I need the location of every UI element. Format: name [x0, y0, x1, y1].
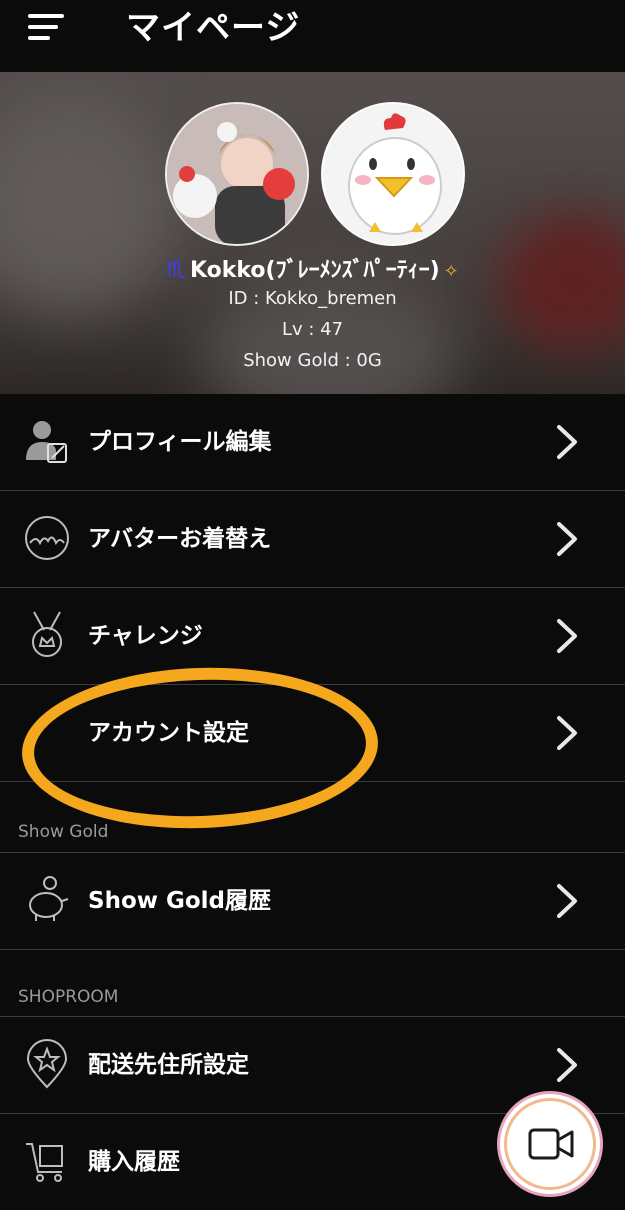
menu-item-profile-edit[interactable]: プロフィール編集 — [0, 394, 625, 491]
section-label-show-gold: Show Gold — [18, 822, 109, 842]
menu-item-label: 配送先住所設定 — [88, 1052, 249, 1078]
menu-item-label: プロフィール編集 — [88, 429, 272, 455]
hamburger-menu-icon[interactable] — [28, 12, 72, 42]
video-camera-icon — [528, 1128, 574, 1160]
character-avatar[interactable] — [321, 102, 465, 246]
chevron-right-icon — [557, 716, 577, 750]
avatar-icon — [25, 516, 69, 560]
chevron-right-icon — [557, 425, 577, 459]
menu-item-label: Show Gold履歴 — [88, 888, 272, 914]
profile-edit-icon — [26, 421, 67, 463]
sparkle-icon: ✧ — [443, 261, 459, 282]
location-pin-icon — [26, 1039, 68, 1089]
menu-item-label: 購入履歴 — [88, 1149, 180, 1175]
person-photo-icon — [167, 104, 307, 244]
piggy-bank-icon — [29, 876, 69, 921]
menu-item-show-gold-history[interactable]: Show Gold履歴 — [0, 853, 625, 950]
menu-item-avatar-change[interactable]: アバターお着替え — [0, 491, 625, 588]
user-level: Lv : 47 — [281, 319, 344, 340]
menu-item-label: アバターお着替え — [88, 526, 272, 552]
chicken-character-icon — [323, 104, 463, 244]
medal-icon — [32, 611, 62, 657]
live-broadcast-button[interactable] — [500, 1094, 600, 1194]
scorpio-icon: ♏ — [166, 258, 186, 283]
profile-name-row: ♏ Kokko(ﾌﾞﾚｰﾒﾝｽﾞﾊﾟｰﾃｨｰ) ✧ — [0, 252, 625, 284]
user-id: ID : Kokko_bremen — [228, 288, 397, 309]
chevron-right-icon — [557, 522, 577, 556]
menu-item-challenge[interactable]: チャレンジ — [0, 588, 625, 685]
shopping-cart-icon — [26, 1143, 63, 1182]
profile-header: ♏ Kokko(ﾌﾞﾚｰﾒﾝｽﾞﾊﾟｰﾃｨｰ) ✧ ID : Kokko_breme… — [0, 72, 625, 394]
chevron-right-icon — [557, 619, 577, 653]
page-title: マイページ — [126, 8, 301, 48]
chevron-right-icon — [557, 1048, 577, 1082]
section-label-shoproom: SHOPROOM — [18, 987, 119, 1007]
chevron-right-icon — [557, 884, 577, 918]
profile-photo-avatar[interactable] — [165, 102, 309, 246]
top-bar: マイページ — [0, 0, 625, 72]
show-gold-balance: Show Gold : 0G — [243, 350, 382, 371]
profile-name: Kokko(ﾌﾞﾚｰﾒﾝｽﾞﾊﾟｰﾃｨｰ) — [189, 258, 440, 283]
